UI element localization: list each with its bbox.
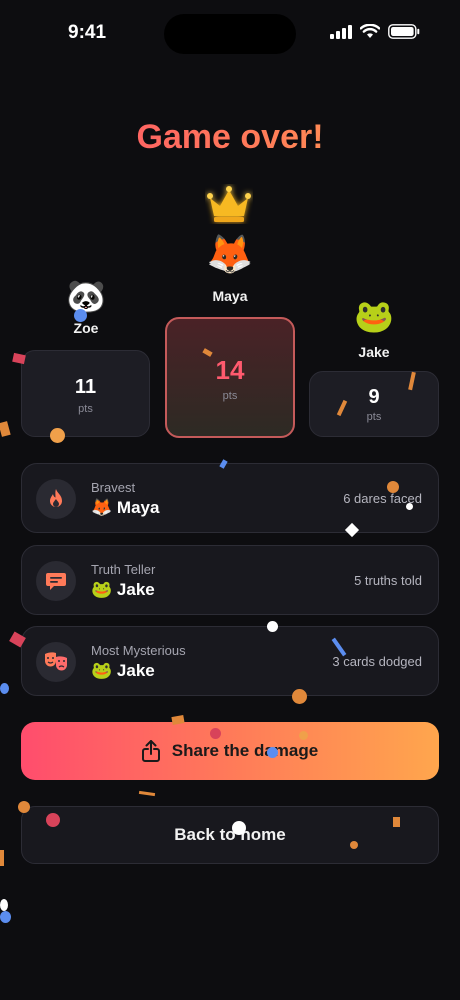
flame-icon <box>50 489 62 507</box>
share-icon <box>141 740 160 762</box>
status-bar: 9:41 <box>0 0 460 66</box>
podium-third-player: 🐸 Jake <box>334 300 414 360</box>
theater-masks-icon <box>45 652 67 671</box>
winner-avatar: 🦊 <box>91 498 113 517</box>
award-card-most-mysterious: Most Mysterious 🐸 Jake 3 cards dodged <box>21 626 439 696</box>
award-stat: 5 truths told <box>354 573 422 588</box>
cellular-signal-icon <box>330 24 352 39</box>
third-place-score-card: 9 pts <box>309 371 439 437</box>
winner-name: Maya <box>116 498 160 517</box>
score-unit: pts <box>366 411 382 423</box>
player-name: Jake <box>358 344 390 360</box>
award-title: Most Mysterious <box>91 643 186 658</box>
award-winner: 🐸 Jake <box>91 661 155 681</box>
podium-first-player: 🦊 Maya <box>190 236 270 304</box>
share-button-label: Share the damage <box>171 741 319 760</box>
score-value: 14 <box>215 355 245 385</box>
crown-icon <box>207 186 251 222</box>
status-icons <box>330 24 420 39</box>
battery-icon <box>388 24 420 39</box>
frog-avatar: 🐸 <box>354 298 394 334</box>
player-name: Zoe <box>73 320 99 336</box>
score-unit: pts <box>222 390 238 402</box>
status-time: 9:41 <box>68 22 107 43</box>
award-badge <box>36 642 76 682</box>
score-value: 9 <box>368 386 380 408</box>
confetti-piece <box>0 421 11 437</box>
award-stat: 3 cards dodged <box>332 654 422 669</box>
share-button[interactable]: Share the damage <box>21 722 439 780</box>
award-winner: 🐸 Jake <box>91 580 155 600</box>
page-title: Game over! <box>0 118 460 157</box>
winner-avatar: 🐸 <box>91 661 113 680</box>
dynamic-island <box>164 14 296 54</box>
confetti-piece <box>0 911 11 923</box>
score-value: 11 <box>74 376 97 398</box>
second-place-score-card: 11 pts <box>21 350 150 437</box>
award-title: Truth Teller <box>91 562 156 577</box>
score-unit: pts <box>78 403 93 415</box>
speech-bubble-icon <box>46 573 66 590</box>
award-winner: 🦊 Maya <box>91 498 159 518</box>
wifi-icon <box>360 24 380 38</box>
winner-name: Jake <box>116 661 155 680</box>
award-badge <box>36 479 76 519</box>
first-place-score-card: 14 pts <box>165 317 295 438</box>
confetti-piece <box>0 683 9 694</box>
award-card-bravest: Bravest 🦊 Maya 6 dares faced <box>21 463 439 533</box>
player-name: Maya <box>212 288 248 304</box>
award-stat: 6 dares faced <box>343 491 422 506</box>
award-title: Bravest <box>91 480 136 495</box>
back-to-home-button[interactable]: Back to home <box>21 806 439 864</box>
confetti-piece <box>138 790 156 797</box>
winner-avatar: 🐸 <box>91 580 113 599</box>
home-button-label: Back to home <box>174 825 286 844</box>
panda-avatar: 🐼 <box>66 278 106 314</box>
podium-second-player: 🐼 Zoe <box>46 280 126 336</box>
confetti-piece <box>0 850 4 866</box>
award-badge <box>36 561 76 601</box>
award-card-truth-teller: Truth Teller 🐸 Jake 5 truths told <box>21 545 439 615</box>
fox-avatar: 🦊 <box>206 234 254 276</box>
confetti-piece <box>0 899 8 911</box>
winner-name: Jake <box>116 580 155 599</box>
